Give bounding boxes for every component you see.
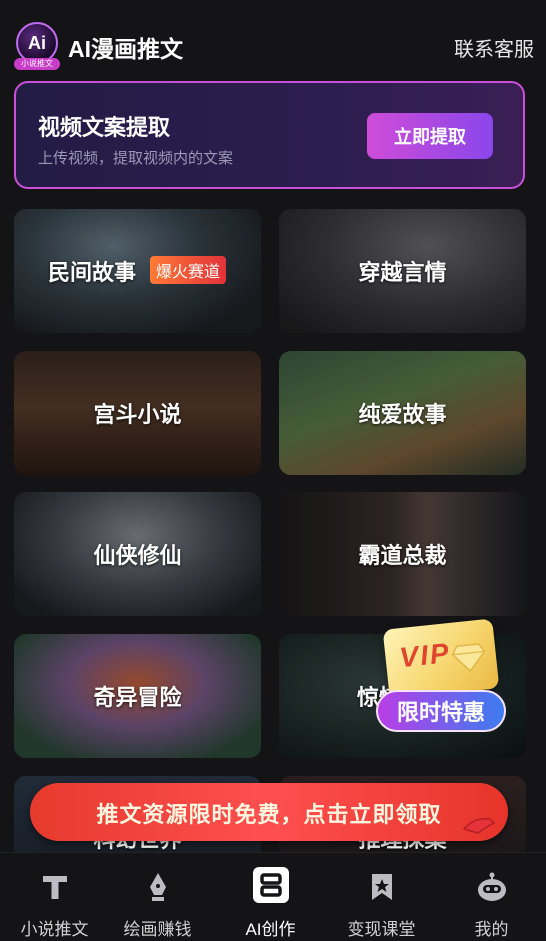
pen-nib-icon	[149, 873, 166, 901]
vip-card: VIP	[382, 618, 500, 700]
category-card-palace-drama[interactable]: 宫斗小说	[14, 351, 261, 475]
app-title: AI漫画推文	[68, 36, 183, 62]
contact-support-link[interactable]: 联系客服	[454, 33, 534, 62]
category-label: 仙侠修仙	[93, 543, 182, 568]
banner-subtitle: 上传视频，提取视频内的文案	[38, 150, 234, 167]
extract-now-button[interactable]: 立即提取	[367, 113, 493, 159]
tab-label: 变现课堂	[347, 920, 416, 939]
logo-tag: 小说推文	[14, 58, 60, 70]
free-resources-promo[interactable]: 推文资源限时免费，点击立即领取	[30, 783, 508, 841]
bookmark-star-icon	[371, 874, 392, 900]
category-card-time-travel-romance[interactable]: 穿越言情	[279, 209, 526, 333]
pointing-hand-icon	[462, 817, 496, 834]
tab-label: 小说推文	[20, 920, 89, 939]
tab-ai-create[interactable]: AI创作	[216, 853, 325, 941]
banner-title: 视频文案提取	[38, 115, 171, 140]
vip-text: VIP	[398, 637, 453, 674]
category-card-fantasy-adventure[interactable]: 奇异冒险	[14, 634, 261, 758]
category-card-folk-stories[interactable]: 民间故事 爆火赛道	[14, 209, 261, 333]
tab-monetize-class[interactable]: 变现课堂	[327, 853, 436, 941]
hot-badge: 爆火赛道	[150, 256, 227, 284]
limited-offer-pill: 限时特惠	[376, 690, 506, 732]
diamond-icon	[451, 643, 486, 673]
tab-profile[interactable]: 我的	[437, 853, 546, 941]
tab-label: 我的	[474, 920, 509, 939]
tab-paint-earn[interactable]: 绘画赚钱	[103, 853, 212, 941]
category-label: 民间故事	[48, 260, 137, 285]
video-extract-banner[interactable]: 视频文案提取 上传视频，提取视频内的文案 立即提取	[14, 81, 525, 189]
tab-label: 绘画赚钱	[123, 920, 192, 939]
tab-novel-promo[interactable]: 小说推文	[0, 853, 109, 941]
app-logo: Ai 小说推文	[14, 22, 60, 70]
category-label: 穿越言情	[358, 260, 447, 285]
ai-create-icon	[252, 867, 289, 903]
bottom-tab-bar: 小说推文 绘画赚钱 AI创作 变现课堂 我的	[0, 852, 546, 941]
category-card-pure-love[interactable]: 纯爱故事	[279, 351, 526, 475]
robot-profile-icon	[477, 872, 506, 901]
category-label: 奇异冒险	[93, 685, 182, 710]
vip-offer-badge[interactable]: VIP 限时特惠	[372, 618, 512, 740]
promo-text: 推文资源限时免费，点击立即领取	[96, 802, 442, 827]
category-label: 霸道总裁	[358, 543, 447, 568]
category-label: 宫斗小说	[93, 402, 182, 427]
category-label: 纯爱故事	[358, 402, 447, 427]
category-card-xianxia[interactable]: 仙侠修仙	[14, 492, 261, 616]
tab-label: AI创作	[245, 920, 296, 939]
app-header: Ai 小说推文 AI漫画推文 联系客服	[0, 0, 546, 80]
text-t-icon	[42, 876, 67, 899]
category-card-domineering-ceo[interactable]: 霸道总裁	[279, 492, 526, 616]
